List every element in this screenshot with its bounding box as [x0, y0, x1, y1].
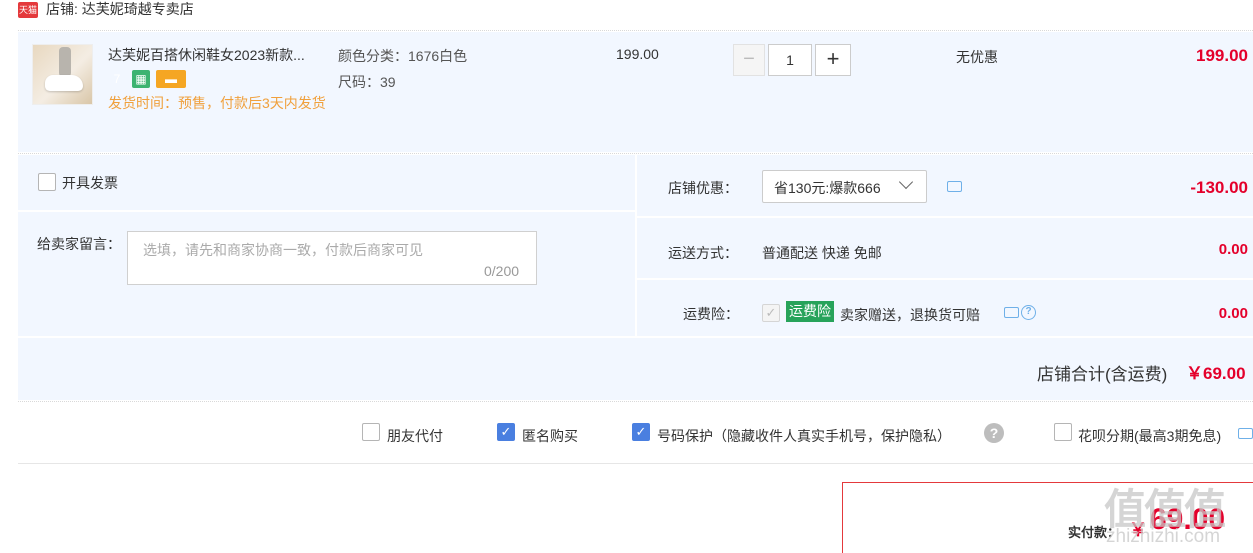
insurance-checkbox: ✓ [762, 304, 780, 322]
help-icon[interactable]: ? [1021, 305, 1036, 320]
invoice-label: 开具发票 [62, 175, 118, 191]
invoice-checkbox[interactable] [38, 173, 56, 191]
insurance-label: 运费险： [683, 306, 739, 322]
chat-icon[interactable] [1238, 428, 1253, 439]
shop-total-label: 店铺合计(含运费) [1037, 365, 1168, 384]
friend-pay-checkbox[interactable] [362, 423, 380, 441]
unit-price: 199.00 [616, 46, 659, 62]
friend-pay-label: 朋友代付 [387, 428, 443, 444]
divider [18, 30, 1253, 31]
item-subtotal: 199.00 [1196, 46, 1248, 65]
help-icon[interactable]: ? [984, 423, 1004, 443]
quantity-increase-button[interactable]: + [815, 44, 851, 76]
item-discount: 无优惠 [956, 49, 998, 65]
divider [18, 401, 1253, 402]
quantity-decrease-button[interactable]: − [733, 44, 765, 76]
divider [637, 216, 1253, 218]
number-protection-checkbox[interactable]: ✓ [632, 423, 650, 441]
memo-label: 给卖家留言： [37, 236, 121, 252]
service-tag-card-icon: ▬ [156, 70, 186, 88]
divider [18, 153, 1253, 154]
huabei-checkbox[interactable] [1054, 423, 1072, 441]
shipping-method: 普通配送 快递 免邮 [762, 245, 882, 261]
huabei-label: 花呗分期(最高3期免息) [1078, 428, 1222, 444]
anonymous-checkbox[interactable]: ✓ [497, 423, 515, 441]
ship-time: 发货时间：预售，付款后3天内发货 [108, 95, 326, 111]
product-thumbnail[interactable] [32, 44, 93, 105]
memo-char-counter: 0/200 [484, 263, 520, 279]
chat-icon[interactable] [1004, 307, 1019, 318]
shop-total-amount: ￥69.00 [1186, 364, 1246, 383]
shop-discount-amount: -130.00 [1190, 178, 1248, 197]
sku-color: 颜色分类：1676白色 [338, 48, 468, 64]
divider [18, 463, 1253, 464]
watermark-site: zhizhizhi.com [1106, 526, 1221, 547]
number-protection-label: 号码保护（隐藏收件人真实手机号，保护隐私） [657, 428, 951, 444]
service-tag-7day-icon: 7 [113, 72, 121, 86]
insurance-description: 卖家赠送，退换货可赔 [840, 307, 980, 323]
anonymous-label: 匿名购买 [522, 428, 578, 444]
shop-discount-value: 省130元:爆款666 [774, 180, 881, 196]
product-title[interactable]: 达芙妮百搭休闲鞋女2023新款... [108, 45, 305, 65]
shipping-label: 运送方式： [668, 245, 738, 261]
chat-icon[interactable] [947, 181, 962, 192]
tmall-badge: 天猫 [18, 2, 38, 18]
insurance-badge: 运费险 [786, 301, 834, 322]
sku-size: 尺码：39 [338, 74, 396, 90]
shop-discount-label: 店铺优惠： [668, 180, 738, 196]
service-tag-shield-icon: ▦ [132, 70, 150, 88]
shipping-amount: 0.00 [1218, 241, 1248, 258]
quantity-input[interactable]: 1 [768, 44, 812, 76]
divider [637, 278, 1253, 280]
shop-name[interactable]: 店铺: 达芙妮琦越专卖店 [46, 0, 194, 18]
insurance-amount: 0.00 [1218, 305, 1248, 322]
memo-placeholder: 选填，请先和商家协商一致，付款后商家可见 [143, 242, 423, 258]
